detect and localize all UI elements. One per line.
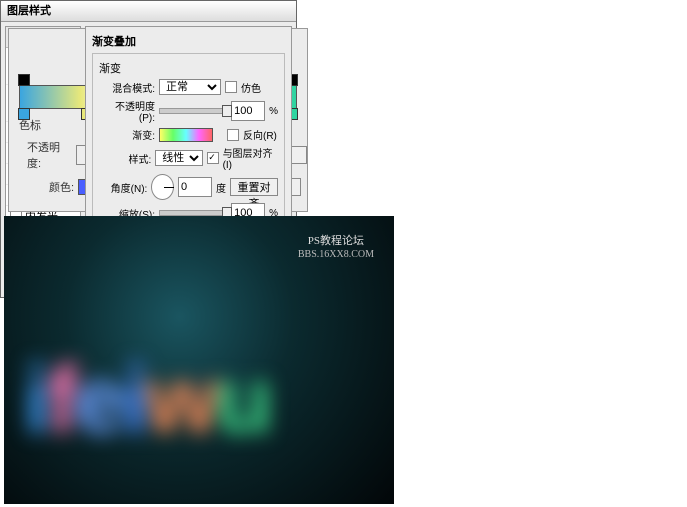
dialog-title: 图层样式 bbox=[1, 1, 296, 22]
neon-char: i bbox=[24, 346, 46, 455]
sub-title: 渐变 bbox=[99, 60, 278, 76]
gradient-preview[interactable] bbox=[159, 128, 213, 142]
effect-preview: PS教程论坛 BBS.16XX8.COM ifeiwu bbox=[4, 216, 394, 504]
preview-credit: PS教程论坛 BBS.16XX8.COM bbox=[298, 234, 374, 262]
ls-opacity-input[interactable] bbox=[231, 101, 265, 121]
neon-char: i bbox=[123, 346, 145, 455]
reverse-checkbox[interactable] bbox=[227, 129, 239, 141]
opacity-slider[interactable] bbox=[159, 108, 227, 114]
neon-char: w bbox=[145, 346, 215, 455]
angle-input[interactable] bbox=[178, 177, 212, 197]
neon-char: e bbox=[74, 346, 123, 455]
align-label: 与图层对齐(I) bbox=[223, 145, 278, 171]
neon-char: f bbox=[46, 346, 74, 455]
credit-line1: PS教程论坛 bbox=[298, 234, 374, 248]
angle-label: 角度(N): bbox=[99, 180, 147, 195]
neon-text: ifeiwu bbox=[24, 346, 269, 455]
color-stop[interactable] bbox=[18, 108, 30, 120]
angle-unit: 度 bbox=[216, 180, 226, 195]
align-checkbox[interactable] bbox=[207, 152, 218, 164]
style-label: 样式: bbox=[99, 151, 151, 166]
dither-label: 仿色 bbox=[241, 80, 261, 95]
dither-checkbox[interactable] bbox=[225, 81, 237, 93]
opacity-label: 不透明度: bbox=[27, 139, 72, 171]
gradient-label: 渐变: bbox=[99, 127, 155, 142]
settings-title: 渐变叠加 bbox=[92, 33, 285, 49]
ls-opacity-label: 不透明度(P): bbox=[99, 98, 155, 124]
blend-mode-select[interactable]: 正常 bbox=[159, 79, 221, 95]
reverse-label: 反向(R) bbox=[243, 127, 277, 142]
blend-mode-label: 混合模式: bbox=[99, 80, 155, 95]
angle-dial[interactable] bbox=[151, 174, 174, 200]
credit-line2: BBS.16XX8.COM bbox=[298, 248, 374, 262]
opacity-stop[interactable] bbox=[18, 74, 30, 86]
ls-opacity-unit: % bbox=[269, 106, 278, 117]
neon-char: u bbox=[215, 346, 269, 455]
color-label: 颜色: bbox=[49, 179, 74, 195]
style-select[interactable]: 线性 bbox=[155, 150, 203, 166]
reset-align-button[interactable]: 重置对齐 bbox=[230, 178, 278, 196]
